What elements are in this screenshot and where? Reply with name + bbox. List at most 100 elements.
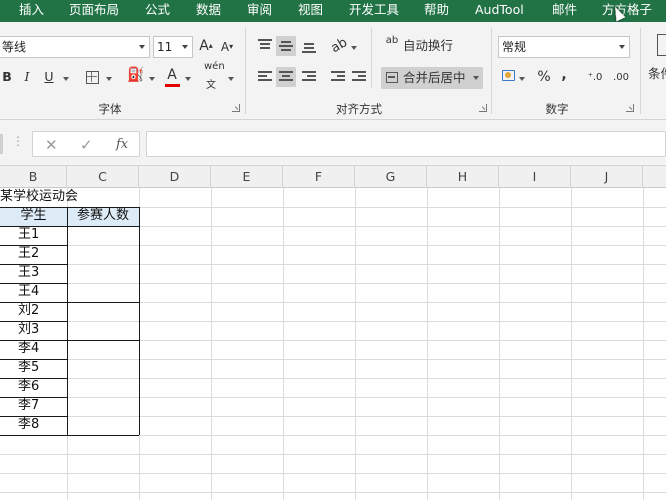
underline-dropdown-icon[interactable]: [63, 77, 69, 81]
tab-audtool[interactable]: AudTool: [475, 0, 524, 22]
fill-color-bar: [128, 84, 143, 87]
column-header-f[interactable]: F: [283, 166, 355, 188]
comma-button[interactable]: ,: [558, 65, 570, 87]
ribbon-tab-bar: 插入 页面布局 公式 数据 审阅 视图 开发工具 帮助 AudTool 邮件 方…: [0, 0, 666, 22]
font-color-dropdown-icon[interactable]: [185, 77, 191, 81]
number-format-value: 常规: [502, 40, 527, 54]
student-cell[interactable]: 王4: [18, 283, 39, 301]
group-label-alignment: 对齐方式: [336, 102, 382, 116]
chevron-down-icon[interactable]: [182, 45, 188, 49]
tab-fangfang-gezi[interactable]: 方方格子: [602, 0, 652, 22]
student-cell[interactable]: 李4: [18, 340, 39, 358]
enter-icon[interactable]: ✓: [80, 136, 93, 154]
header-cell-participants[interactable]: 参赛人数: [67, 207, 139, 225]
font-size-value: 11: [157, 40, 173, 54]
tab-review[interactable]: 审阅: [247, 0, 272, 22]
number-dialog-launcher-icon[interactable]: [626, 104, 634, 112]
group-separator: [245, 28, 246, 114]
worksheet-grid[interactable]: 某学校运动会 学生 参赛人数 王1 王2 王3 王4 刘2 刘3 李4 李5 李…: [0, 188, 666, 500]
shrink-font-button[interactable]: A▾: [219, 37, 235, 59]
right-align-icon[interactable]: [302, 71, 316, 83]
column-header-e[interactable]: E: [211, 166, 283, 188]
decrease-decimal-button[interactable]: .00: [612, 68, 630, 90]
student-cell[interactable]: 李5: [18, 359, 39, 377]
student-cell[interactable]: 李8: [18, 416, 39, 434]
tab-insert[interactable]: 插入: [19, 0, 44, 22]
currency-icon[interactable]: [502, 70, 515, 81]
borders-icon[interactable]: [86, 71, 99, 84]
tab-help[interactable]: 帮助: [424, 0, 449, 22]
column-header-g[interactable]: G: [355, 166, 427, 188]
student-cell[interactable]: 刘3: [18, 321, 39, 339]
formula-bar: ⋮ ✕ ✓ fx: [0, 120, 666, 166]
tab-view[interactable]: 视图: [298, 0, 323, 22]
tab-page-layout[interactable]: 页面布局: [69, 0, 119, 22]
student-cell[interactable]: 王2: [18, 245, 39, 263]
group-separator: [491, 28, 492, 114]
grow-font-button[interactable]: A▴: [198, 36, 214, 58]
font-name-value: 等线: [2, 40, 27, 54]
column-header-h[interactable]: H: [427, 166, 499, 188]
name-box-edge: [0, 134, 3, 154]
phonetic-glyph-icon: 文: [206, 80, 216, 91]
student-cell[interactable]: 李7: [18, 397, 39, 415]
orientation-dropdown-icon[interactable]: [351, 46, 357, 50]
grid-lines: [0, 188, 666, 500]
cancel-icon[interactable]: ✕: [45, 136, 58, 154]
bottom-align-icon[interactable]: [302, 41, 316, 53]
middle-align-button[interactable]: [276, 36, 296, 56]
column-headers: B C D E F G H I J: [0, 166, 666, 188]
underline-button[interactable]: U: [42, 67, 56, 89]
column-header-b[interactable]: B: [0, 166, 67, 188]
student-cell[interactable]: 刘2: [18, 302, 39, 320]
font-size-combo[interactable]: 11: [153, 36, 193, 58]
percent-button[interactable]: %: [536, 67, 552, 89]
merge-dropdown-icon[interactable]: [473, 76, 479, 80]
formula-buttons: ✕ ✓ fx: [32, 131, 140, 157]
font-color-bar: [165, 84, 180, 87]
alignment-dialog-launcher-icon[interactable]: [479, 104, 487, 112]
tab-developer[interactable]: 开发工具: [349, 0, 399, 22]
wrap-text-button[interactable]: 自动换行: [403, 36, 455, 58]
student-cell[interactable]: 王3: [18, 264, 39, 282]
header-cell-student[interactable]: 学生: [0, 207, 67, 225]
decrease-indent-icon[interactable]: [331, 71, 345, 83]
tab-formulas[interactable]: 公式: [145, 0, 170, 22]
column-header-j[interactable]: J: [571, 166, 643, 188]
bold-button[interactable]: B: [0, 67, 14, 89]
center-align-icon: [279, 71, 293, 83]
number-format-combo[interactable]: 常规: [498, 36, 630, 58]
top-align-icon[interactable]: [258, 39, 272, 51]
font-dialog-launcher-icon[interactable]: [232, 104, 240, 112]
borders-dropdown-icon[interactable]: [106, 77, 112, 81]
font-name-combo[interactable]: 等线: [0, 36, 150, 58]
orientation-icon[interactable]: ab: [327, 33, 354, 61]
column-header-i[interactable]: I: [499, 166, 571, 188]
merge-cells-icon: [386, 72, 398, 83]
student-cell[interactable]: 李6: [18, 378, 39, 396]
currency-dropdown-icon[interactable]: [519, 77, 525, 81]
conditional-format-icon[interactable]: [657, 34, 666, 56]
tab-mailings[interactable]: 邮件: [552, 0, 577, 22]
title-cell[interactable]: 某学校运动会: [0, 188, 78, 206]
phonetic-dropdown-icon[interactable]: [228, 77, 234, 81]
merge-center-button[interactable]: 合并后居中: [381, 67, 483, 89]
column-header-d[interactable]: D: [139, 166, 211, 188]
student-cell[interactable]: 王1: [18, 226, 39, 244]
conditional-format-button[interactable]: 条件: [648, 64, 666, 86]
chevron-down-icon[interactable]: [139, 45, 145, 49]
chevron-down-icon[interactable]: [619, 45, 625, 49]
fill-color-dropdown-icon[interactable]: [149, 77, 155, 81]
merge-center-label: 合并后居中: [403, 70, 466, 85]
increase-decimal-button[interactable]: ⁺.0: [586, 68, 604, 90]
center-align-button[interactable]: [276, 67, 296, 87]
formula-input[interactable]: [146, 131, 666, 157]
tab-data[interactable]: 数据: [196, 0, 221, 22]
column-header-c[interactable]: C: [67, 166, 139, 188]
left-align-icon[interactable]: [258, 71, 272, 83]
insert-function-icon[interactable]: fx: [116, 137, 128, 152]
italic-button[interactable]: I: [20, 67, 34, 89]
increase-indent-icon[interactable]: [352, 71, 366, 83]
group-label-font: 字体: [98, 102, 122, 116]
formula-bar-grip-icon: ⋮: [12, 134, 24, 148]
